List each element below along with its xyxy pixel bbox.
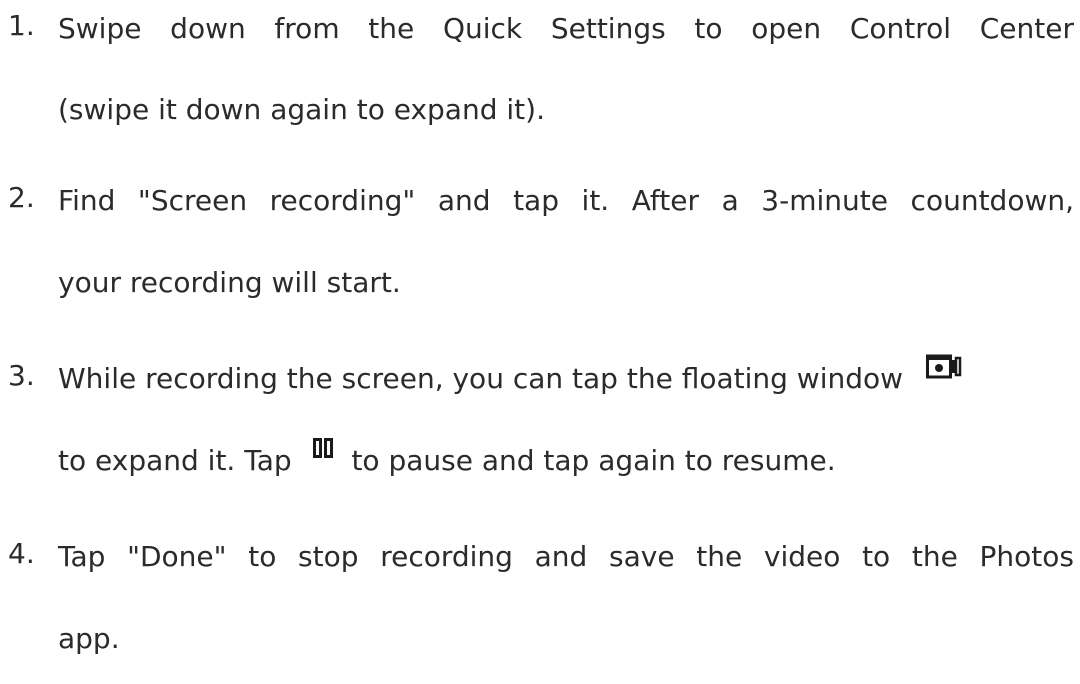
step-text-line-2: your recording will start.: [58, 266, 401, 299]
step-text-line-2: app.: [58, 622, 120, 655]
step-number: 1.: [8, 9, 35, 42]
step-text-line-1: Tap "Done" to stop recording and save th…: [58, 540, 1074, 573]
step-number: 4.: [8, 537, 35, 570]
step-text-line-1: While recording the screen, you can tap …: [58, 354, 962, 399]
step-number: 2.: [8, 181, 35, 214]
step-text-segment: While recording the screen, you can tap …: [58, 362, 904, 395]
step-text-line-1: Swipe down from the Quick Settings to op…: [58, 12, 1074, 45]
step-text-line-2: (swipe it down again to expand it).: [58, 93, 545, 126]
step-text-line-1: Find "Screen recording" and tap it. Afte…: [58, 184, 1074, 217]
screen-recording-window-icon: [925, 352, 962, 380]
instructions-page: { "steps": [ { "number": "1.", "line1": …: [0, 0, 1080, 684]
step-text-line-2: to expand it. Tap to pause and tap again…: [58, 438, 836, 481]
step-text-segment: to pause and tap again to resume.: [351, 444, 836, 477]
step-number: 3.: [8, 359, 35, 392]
pause-icon: [312, 438, 333, 458]
step-text-segment: to expand it. Tap: [58, 444, 292, 477]
